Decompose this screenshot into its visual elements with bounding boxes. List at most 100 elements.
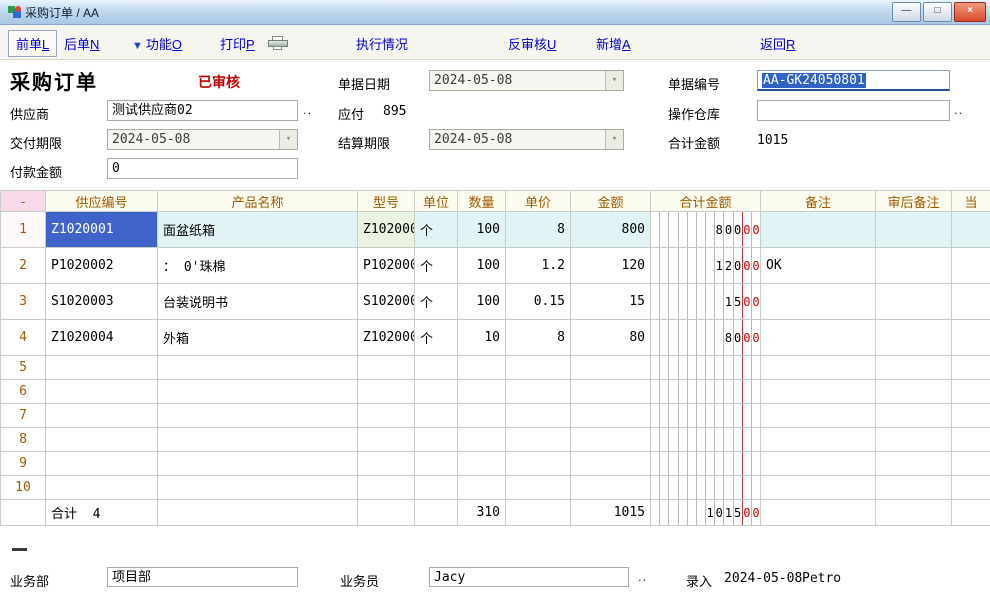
grid-cell[interactable]: 80 [571, 320, 651, 356]
grid-cell[interactable]: 0.15 [506, 284, 571, 320]
grid-cell[interactable] [506, 476, 571, 500]
grid-cell[interactable] [506, 452, 571, 476]
row-number[interactable]: 8 [1, 428, 46, 452]
grid-cell[interactable]: Z1020001 [358, 212, 415, 248]
grid-cell[interactable] [358, 476, 415, 500]
supplier-lookup-dots[interactable]: .. [303, 102, 312, 117]
grid-cell[interactable] [46, 404, 158, 428]
grid-cell[interactable]: P1020002 [46, 248, 158, 284]
grid-cell[interactable] [506, 500, 571, 526]
grid-cell[interactable] [571, 356, 651, 380]
printer-icon[interactable] [268, 36, 288, 50]
col-header[interactable]: 单位 [415, 191, 458, 212]
grid-cell[interactable] [952, 428, 990, 452]
row-number[interactable]: 3 [1, 284, 46, 320]
prev-doc-button[interactable]: 前单L [8, 30, 57, 57]
grid-cell[interactable] [952, 500, 990, 526]
selected-cell[interactable]: Z1020001 [46, 212, 158, 248]
row-number[interactable]: 9 [1, 452, 46, 476]
grid-cell[interactable] [358, 380, 415, 404]
grid-cell[interactable] [458, 404, 506, 428]
amount-grid-cell[interactable]: 101500 [651, 500, 761, 526]
grid-cell[interactable]: 100 [458, 212, 506, 248]
grid-cell[interactable] [761, 500, 876, 526]
grid-cell[interactable] [415, 380, 458, 404]
grid-cell[interactable] [876, 320, 952, 356]
grid-cell[interactable] [952, 404, 990, 428]
grid-cell[interactable]: Z1020004 [358, 320, 415, 356]
grid-cell[interactable] [358, 452, 415, 476]
amount-grid-cell[interactable]: 12000 [651, 248, 761, 284]
col-header[interactable]: 产品名称 [158, 191, 358, 212]
grid-cell[interactable] [761, 284, 876, 320]
grid-cell[interactable] [952, 380, 990, 404]
row-number[interactable]: 10 [1, 476, 46, 500]
grid-cell[interactable] [761, 212, 876, 248]
col-header[interactable]: 单价 [506, 191, 571, 212]
next-doc-button[interactable]: 后单N [64, 34, 99, 53]
grid-cell[interactable] [158, 452, 358, 476]
amount-grid-cell[interactable] [651, 380, 761, 404]
amount-grid-cell[interactable] [651, 428, 761, 452]
grid-cell[interactable]: OK [761, 248, 876, 284]
amount-grid-cell[interactable] [651, 452, 761, 476]
grid-cell[interactable] [458, 356, 506, 380]
row-number[interactable]: 5 [1, 356, 46, 380]
unaudit-button[interactable]: 反审核U [508, 34, 556, 53]
grid-cell[interactable] [158, 404, 358, 428]
grid-cell[interactable]: 外箱 [158, 320, 358, 356]
title-bar[interactable]: 采购订单 / AA — □ × [0, 0, 990, 25]
grid-cell[interactable] [876, 428, 952, 452]
col-header[interactable]: 供应编号 [46, 191, 158, 212]
calendar-dropdown-icon[interactable]: ▾ [605, 71, 623, 90]
row-number[interactable]: 2 [1, 248, 46, 284]
grid-cell[interactable] [876, 476, 952, 500]
grid-cell[interactable] [761, 404, 876, 428]
minimize-button[interactable]: — [892, 2, 921, 22]
grid-cell[interactable] [415, 452, 458, 476]
col-header[interactable]: 合计金额 [651, 191, 761, 212]
col-header[interactable]: 备注 [761, 191, 876, 212]
grid-cell[interactable] [952, 248, 990, 284]
grid-cell[interactable] [952, 320, 990, 356]
grid-cell[interactable] [458, 380, 506, 404]
add-new-button[interactable]: 新增A [596, 34, 631, 53]
grid-cell[interactable] [876, 284, 952, 320]
return-button[interactable]: 返回R [760, 34, 795, 53]
grid-cell[interactable] [571, 476, 651, 500]
warehouse-lookup-dots[interactable]: .. [954, 102, 963, 117]
grid-cell[interactable]: 个 [415, 212, 458, 248]
total-amount[interactable]: 1015 [571, 500, 651, 526]
amount-grid-cell[interactable]: 80000 [651, 212, 761, 248]
doc-no-field[interactable]: AA-GK24050801 [757, 70, 950, 91]
grid-cell[interactable]: P1020002 [358, 248, 415, 284]
col-header[interactable]: 当 [952, 191, 990, 212]
amount-grid-cell[interactable] [651, 404, 761, 428]
function-menu-button[interactable]: ▼功能O [132, 34, 182, 53]
grid-cell[interactable] [571, 404, 651, 428]
grid-cell[interactable] [876, 248, 952, 284]
grid-cell[interactable]: 1.2 [506, 248, 571, 284]
grid-cell[interactable] [358, 500, 415, 526]
grid-cell[interactable] [952, 452, 990, 476]
amount-grid-cell[interactable]: 8000 [651, 320, 761, 356]
grid-cell[interactable]: 个 [415, 248, 458, 284]
salesperson-field[interactable]: Jacy [429, 567, 629, 587]
calendar-dropdown-icon[interactable]: ▾ [279, 130, 297, 149]
grid-cell[interactable]: 100 [458, 248, 506, 284]
grid-cell[interactable] [358, 428, 415, 452]
row-number[interactable]: 7 [1, 404, 46, 428]
grid-cell[interactable] [876, 356, 952, 380]
grid-cell[interactable] [876, 452, 952, 476]
grid-cell[interactable]: S1020003 [46, 284, 158, 320]
grid-cell[interactable] [876, 212, 952, 248]
grid-cell[interactable]: 120 [571, 248, 651, 284]
grid-cell[interactable] [415, 500, 458, 526]
grid-cell[interactable] [761, 476, 876, 500]
maximize-button[interactable]: □ [923, 2, 952, 22]
grid-cell[interactable] [358, 404, 415, 428]
salesperson-lookup-dots[interactable]: .. [638, 569, 647, 584]
grid-cell[interactable]: ： 0'珠棉 [158, 248, 358, 284]
grid-cell[interactable] [571, 380, 651, 404]
close-button[interactable]: × [954, 2, 986, 22]
